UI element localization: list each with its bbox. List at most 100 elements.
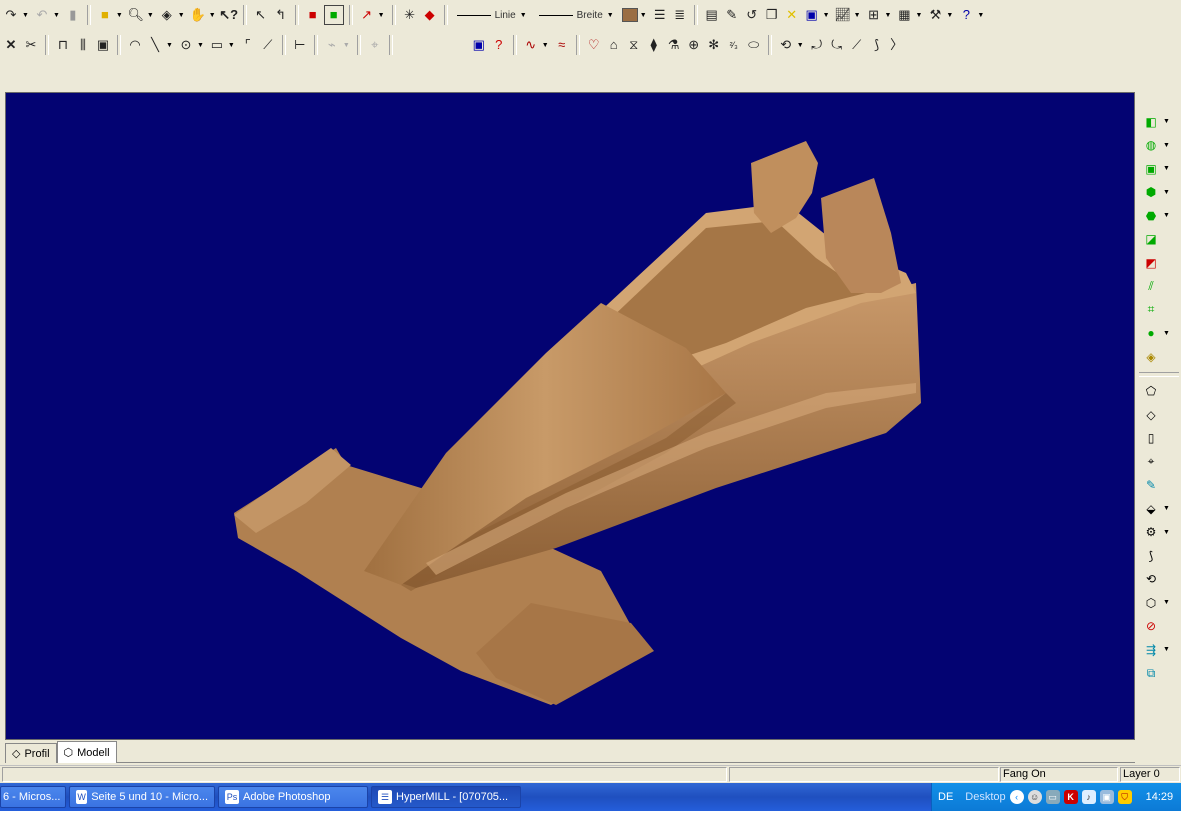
zoom-icon[interactable]: 🔍︎ <box>127 6 145 24</box>
select-alt-icon[interactable]: ↰ <box>272 6 290 24</box>
surface-icon[interactable]: ♡ <box>585 36 603 54</box>
mesh-icon[interactable]: ⧖ <box>625 36 643 54</box>
extrude-button[interactable]: ◧ ▼ <box>1137 110 1181 134</box>
edit-icon[interactable]: ✎ <box>723 6 741 24</box>
rotate-icon[interactable]: ↺ <box>743 6 761 24</box>
sphere-solid-button[interactable]: ● ▼ <box>1137 322 1181 346</box>
taskbar-item-word2[interactable]: W Seite 5 und 10 - Micro... <box>69 786 215 808</box>
snap-status[interactable]: Fang On <box>1000 767 1118 782</box>
blend-icon[interactable]: ⧫ <box>645 36 663 54</box>
curve4-icon[interactable]: ⟋ <box>848 36 866 54</box>
shell-button[interactable]: ⬢ ▼ <box>1137 181 1181 205</box>
layer-icon[interactable]: ☰ <box>651 6 669 24</box>
rectangle-dropdown[interactable]: ▼ <box>228 42 235 49</box>
color-dropdown[interactable]: ▼ <box>640 12 647 19</box>
layer-props-icon[interactable]: ▣ <box>470 36 488 54</box>
curve3-icon[interactable]: ⤿ <box>828 36 846 54</box>
offset-button[interactable]: ⇶ ▼ <box>1137 638 1181 662</box>
line-color-swatch[interactable] <box>621 8 638 22</box>
fillet-icon[interactable]: ⌜ <box>239 36 257 54</box>
flask-icon[interactable]: ⚗ <box>665 36 683 54</box>
network-icon[interactable]: ▭ <box>1045 790 1060 804</box>
blend-tool-button[interactable]: ⬡ ▼ <box>1137 591 1181 615</box>
face-button[interactable]: ◇ <box>1137 403 1181 427</box>
delete-icon[interactable]: ✕ <box>2 36 20 54</box>
spline-icon[interactable]: ∿ <box>522 36 540 54</box>
messenger-icon[interactable]: ☺ <box>1027 790 1042 804</box>
box-solid-dropdown[interactable]: ▼ <box>1163 165 1170 172</box>
image-icon[interactable]: ▦ <box>895 6 913 24</box>
pin-tool-button[interactable]: ⌖ <box>1137 450 1181 474</box>
mirror-icon[interactable]: ⫼ <box>74 36 92 54</box>
stack-button[interactable]: ⧉ <box>1137 662 1181 686</box>
curve2-icon[interactable]: ⤾ <box>808 36 826 54</box>
star-icon[interactable]: ✕ <box>783 6 801 24</box>
fillet-solid-button[interactable]: ⬣ ▼ <box>1137 204 1181 228</box>
view-dropdown[interactable]: ▼ <box>178 12 185 19</box>
redo-icon[interactable]: ↷ <box>2 6 20 24</box>
question-dropdown[interactable]: ▼ <box>977 12 984 19</box>
sweep-button[interactable]: ⟆ <box>1137 544 1181 568</box>
language-indicator[interactable]: DE <box>938 791 953 803</box>
extend-icon[interactable]: ⊓ <box>54 36 72 54</box>
shell-dropdown[interactable]: ▼ <box>1163 189 1170 196</box>
graph-dropdown[interactable]: ▼ <box>854 12 861 19</box>
undo-icon[interactable]: ↶ <box>33 6 51 24</box>
arc-icon[interactable]: ◠ <box>126 36 144 54</box>
array-icon[interactable]: ▣ <box>94 36 112 54</box>
revolve-button[interactable]: ◍ ▼ <box>1137 134 1181 158</box>
security-shield-icon[interactable]: ⛉ <box>1117 790 1132 804</box>
sphere-solid-dropdown[interactable]: ▼ <box>1163 330 1170 337</box>
spline2-icon[interactable]: ≈ <box>553 36 571 54</box>
extrude-dropdown[interactable]: ▼ <box>1163 118 1170 125</box>
plot-icon[interactable]: ⊞ <box>865 6 883 24</box>
gear-button[interactable]: ⚙ ▼ <box>1137 521 1181 545</box>
surface2-icon[interactable]: ⌂ <box>605 36 623 54</box>
layer-query-icon[interactable]: ? <box>490 36 508 54</box>
line-width-select[interactable]: Breite ▼ <box>538 10 616 21</box>
chart-icon[interactable]: ▣ <box>803 6 821 24</box>
view-icon[interactable]: ◈ <box>158 6 176 24</box>
wrench-icon[interactable]: ⚒ <box>926 6 944 24</box>
cylinder-button[interactable]: ▯ <box>1137 427 1181 451</box>
circle-icon[interactable]: ⊙ <box>177 36 195 54</box>
point-icon[interactable]: ✻ <box>705 36 723 54</box>
graph-icon[interactable]: 📈︎ <box>834 6 852 24</box>
taskbar-item-word1[interactable]: 6 - Micros... <box>0 786 66 808</box>
curve-icon[interactable]: ⟲ <box>777 36 795 54</box>
offset-dropdown[interactable]: ▼ <box>1163 646 1170 653</box>
box-solid-button[interactable]: ▣ ▼ <box>1137 157 1181 181</box>
select-icon[interactable]: ↖ <box>252 6 270 24</box>
circle-dropdown[interactable]: ▼ <box>197 42 204 49</box>
blend-tool-dropdown[interactable]: ▼ <box>1163 599 1170 606</box>
chart-dropdown[interactable]: ▼ <box>823 12 830 19</box>
ellipse-icon[interactable]: ⬭ <box>745 36 763 54</box>
box-dropdown[interactable]: ▼ <box>116 12 123 19</box>
line-style-select[interactable]: Linie ▼ <box>456 10 529 21</box>
sparkle-icon[interactable]: ✳ <box>401 6 419 24</box>
antivirus-icon[interactable]: K <box>1063 790 1078 804</box>
display-icon[interactable]: ▣ <box>1099 790 1114 804</box>
layer-status[interactable]: Layer 0 <box>1120 767 1180 782</box>
render-icon[interactable]: ■ <box>304 6 322 24</box>
dimension-dropdown[interactable]: ▼ <box>343 42 350 49</box>
undo-dropdown[interactable]: ▼ <box>53 12 60 19</box>
rectangle-icon[interactable]: ▭ <box>208 36 226 54</box>
pin-icon[interactable]: ↗ <box>358 6 376 24</box>
revolve-dropdown[interactable]: ▼ <box>1163 142 1170 149</box>
split-button[interactable]: ⫽ <box>1137 275 1181 299</box>
layer2-icon[interactable]: ≣ <box>671 6 689 24</box>
measure-icon[interactable]: ⊢ <box>291 36 309 54</box>
curve-dropdown[interactable]: ▼ <box>797 42 804 49</box>
taskbar-item-photoshop[interactable]: Ps Adobe Photoshop <box>218 786 368 808</box>
volume-icon[interactable]: ♪ <box>1081 790 1096 804</box>
table-icon[interactable]: ▤ <box>703 6 721 24</box>
3d-viewport[interactable] <box>5 92 1135 740</box>
surface-tool-dropdown[interactable]: ▼ <box>1163 505 1170 512</box>
redo-dropdown[interactable]: ▼ <box>22 12 29 19</box>
zoom-dropdown[interactable]: ▼ <box>147 12 154 19</box>
snap-icon[interactable]: ⌖ <box>366 36 384 54</box>
question-icon[interactable]: ? <box>957 6 975 24</box>
copy-icon[interactable]: ❐ <box>763 6 781 24</box>
boolean2-button[interactable]: ◩ <box>1137 251 1181 275</box>
